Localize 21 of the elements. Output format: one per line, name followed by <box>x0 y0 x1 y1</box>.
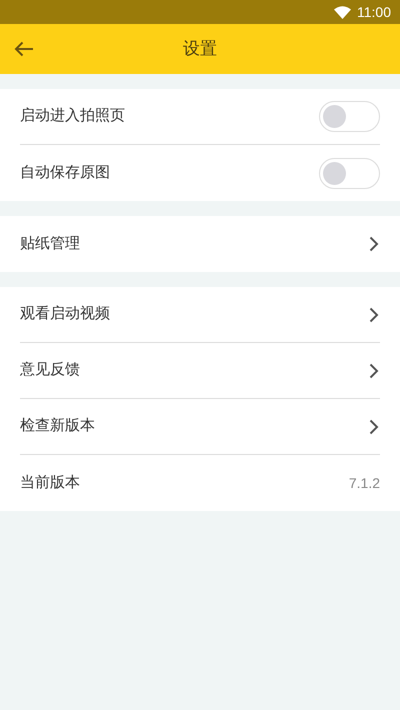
chevron-right-icon <box>369 418 379 434</box>
settings-row[interactable]: 意见反馈 <box>20 343 380 399</box>
toggle-switch[interactable] <box>319 158 380 188</box>
setting-label: 启动进入拍照页 <box>20 106 125 126</box>
chevron-right-icon <box>369 306 379 322</box>
screen-title: 设置 <box>183 38 217 60</box>
wifi-icon <box>334 6 351 18</box>
chevron-right-icon <box>369 236 379 252</box>
settings-row[interactable]: 观看启动视频 <box>20 287 380 343</box>
toggle-switch[interactable] <box>319 101 380 132</box>
setting-label: 自动保存原图 <box>20 162 110 183</box>
setting-label: 意见反馈 <box>20 360 80 380</box>
setting-label: 当前版本 <box>20 472 80 493</box>
version-value: 7.1.2 <box>348 474 380 492</box>
status-time: 11:00 <box>357 2 391 22</box>
settings-row[interactable]: 贴纸管理 <box>20 216 380 272</box>
setting-label: 观看启动视频 <box>20 304 110 324</box>
setting-label: 检查新版本 <box>20 416 95 436</box>
settings-row[interactable]: 检查新版本 <box>20 399 380 455</box>
chevron-right-icon <box>369 362 379 378</box>
setting-label: 贴纸管理 <box>20 234 80 254</box>
